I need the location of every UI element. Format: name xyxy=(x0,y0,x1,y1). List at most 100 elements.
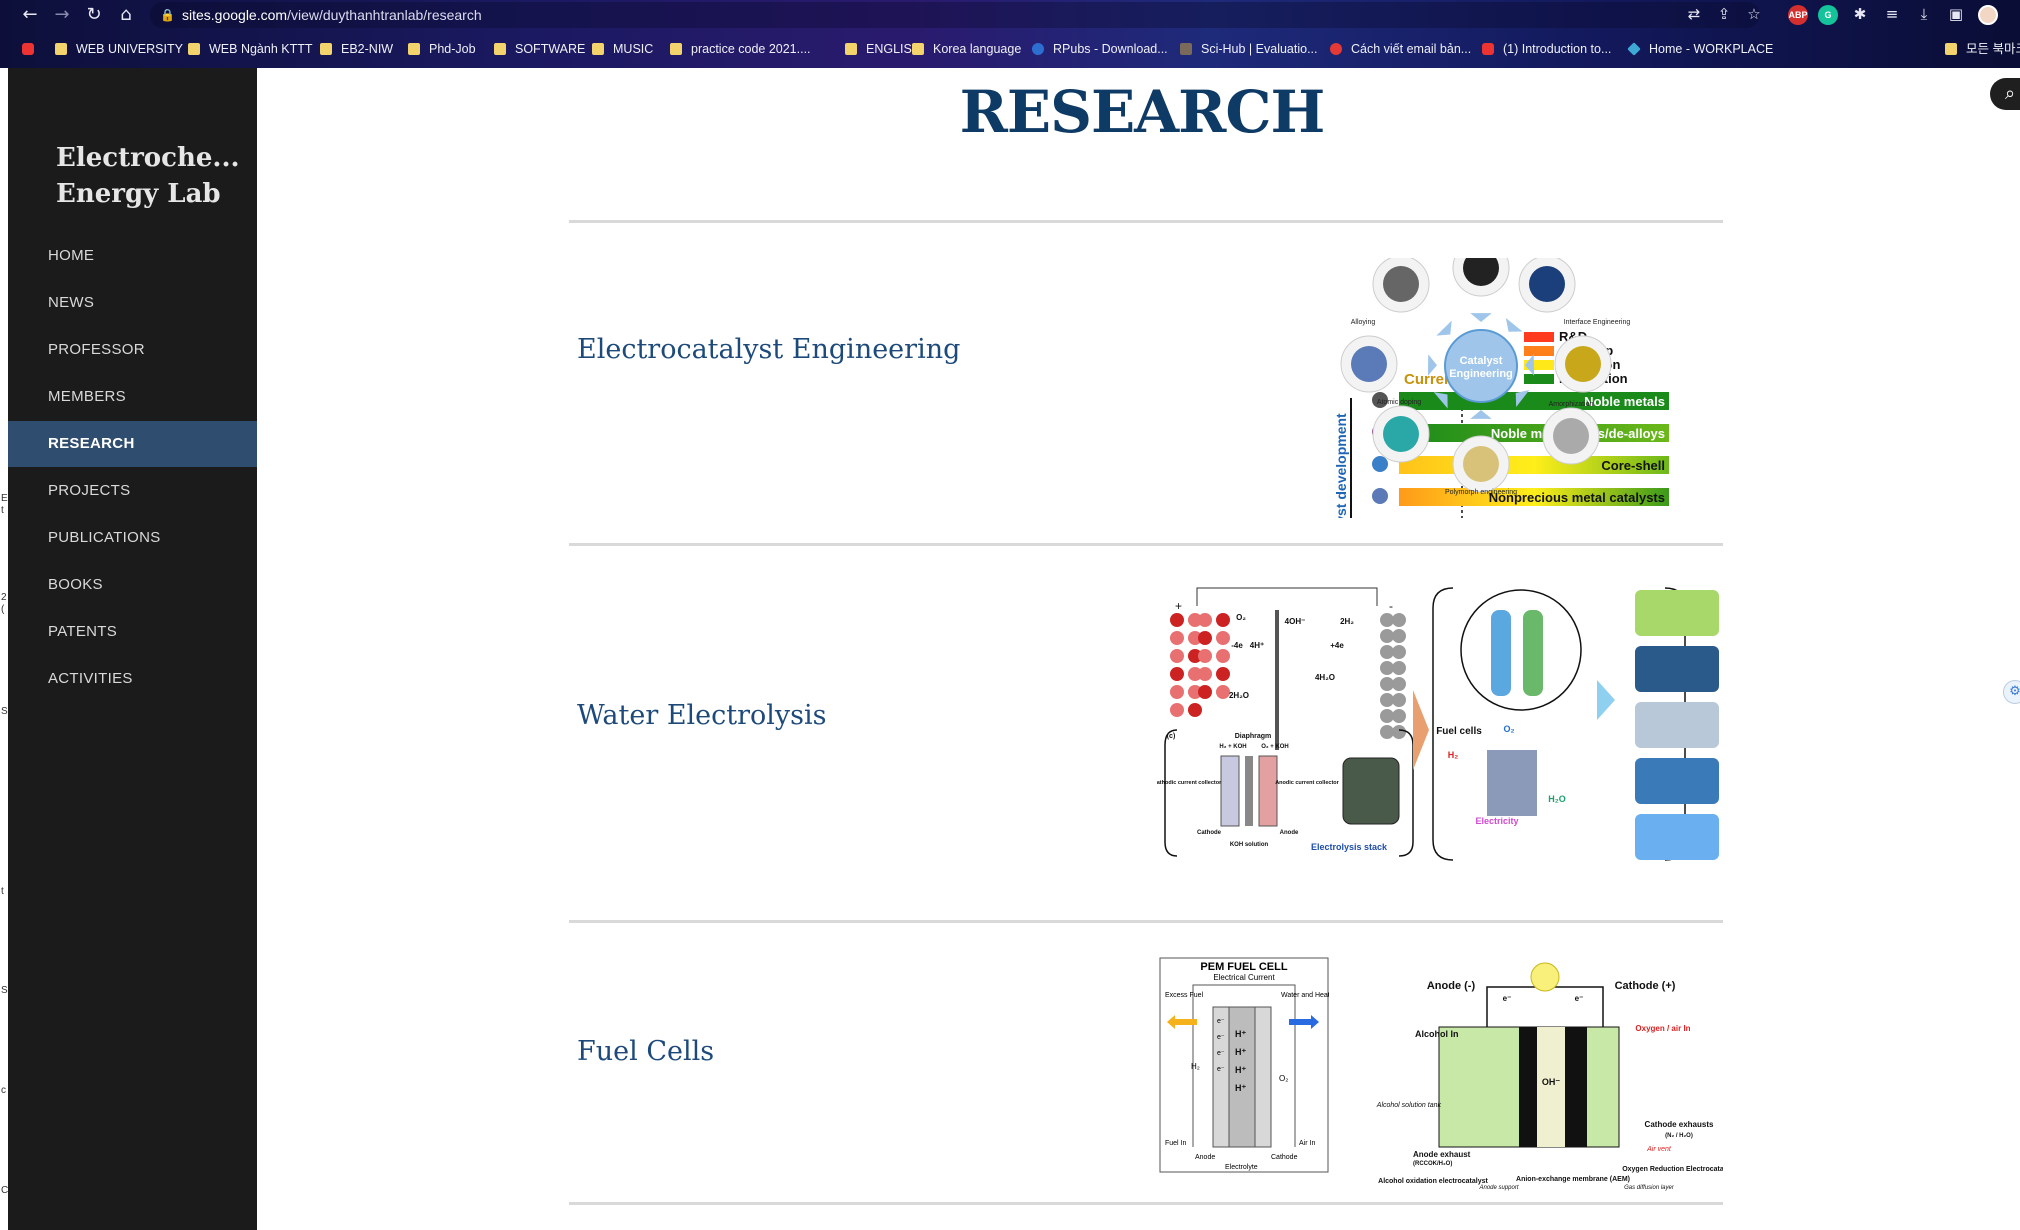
wheel-label: Interface Engineering xyxy=(1564,319,1631,326)
bookmark-item[interactable]: practice code 2021.... xyxy=(670,38,811,60)
sidebar-item-projects[interactable]: PROJECTS xyxy=(8,468,257,514)
pem-title: PEM FUEL CELL xyxy=(1200,961,1287,973)
figure-label: Electrolysis stack xyxy=(1311,842,1388,852)
pem-proton: H⁺ xyxy=(1235,1065,1246,1075)
star-icon[interactable]: ☆ xyxy=(1744,4,1764,24)
bookmark-item[interactable]: Korea language xyxy=(912,38,1021,60)
bookmark-item[interactable]: WEB UNIVERSITY xyxy=(55,38,183,60)
aem-label: Gas diffusion layer xyxy=(1624,1185,1675,1191)
electrode-sphere-icon xyxy=(1380,677,1394,691)
aem-label: e⁻ xyxy=(1503,994,1512,1003)
sidebar-item-research[interactable]: RESEARCH xyxy=(8,421,257,467)
side-panel-icon[interactable]: ▣ xyxy=(1946,4,1966,24)
bookmark-item[interactable]: (1) Introduction to... xyxy=(1482,38,1611,60)
plus-sign: + xyxy=(1175,599,1182,613)
bookmark-item[interactable]: EB2-NIW xyxy=(320,38,393,60)
bookmark-item[interactable]: MUSIC xyxy=(592,38,653,60)
bookmark-item[interactable] xyxy=(22,38,43,60)
divider xyxy=(569,220,1723,223)
bookmark-item[interactable]: Sci-Hub | Evaluatio... xyxy=(1180,38,1318,60)
sidebar-item-activities[interactable]: ACTIVITIES xyxy=(8,656,257,702)
aem-cathode-layer xyxy=(1565,1027,1587,1147)
search-icon[interactable]: ⌕ xyxy=(1990,78,2020,110)
bookmark-item[interactable]: 모든 북마크 xyxy=(1945,38,2020,60)
figure-label: H₂O xyxy=(1548,794,1566,804)
extensions-puzzle-icon[interactable]: ✱ xyxy=(1850,4,1870,24)
flow-arrow xyxy=(1597,680,1615,720)
pem-label: Electrolyte xyxy=(1225,1164,1258,1171)
figure-label: Diaphragm xyxy=(1235,733,1272,740)
electrode-sphere-icon xyxy=(1392,629,1406,643)
lock-icon: 🔒 xyxy=(160,8,175,22)
wheel-node-image xyxy=(1553,418,1589,454)
home-icon[interactable]: ⌂ xyxy=(114,3,138,27)
bookmark-item[interactable]: Phd-Job xyxy=(408,38,476,60)
electrode-sphere-icon xyxy=(1392,613,1406,627)
sidebar-item-publications[interactable]: PUBLICATIONS xyxy=(8,515,257,561)
aem-label: Oxygen Reduction Electrocatalyst xyxy=(1622,1166,1723,1173)
diaphragm-plate xyxy=(1245,756,1253,826)
molecule-icon xyxy=(1216,631,1230,645)
reading-list-icon[interactable]: ≡ xyxy=(1882,4,1902,24)
url-field[interactable]: 🔒 sites.google.com/view/duythanhtranlab/… xyxy=(150,2,1760,28)
electrode-sphere-icon xyxy=(1380,613,1394,627)
electrode-sphere-icon xyxy=(1392,677,1406,691)
molecule-icon xyxy=(1170,685,1184,699)
electrode-sphere-icon xyxy=(1392,661,1406,675)
folder-icon xyxy=(55,43,67,55)
site-title[interactable]: Electroche... Energy Lab xyxy=(56,140,256,212)
aem-label: e⁻ xyxy=(1575,994,1584,1003)
bookmark-item[interactable]: Home - WORKPLACE xyxy=(1627,38,1773,60)
sidebar-item-news[interactable]: NEWS xyxy=(8,280,257,326)
electrode-sphere-icon xyxy=(1380,725,1394,739)
adblock-icon[interactable]: ABP xyxy=(1788,5,1808,25)
sidebar-item-home[interactable]: HOME xyxy=(8,233,257,279)
browser-chrome: ← → ↻ ⌂ 🔒 sites.google.com/view/duythanh… xyxy=(0,0,2020,68)
aem-label: Alcohol solution tank xyxy=(1376,1102,1442,1109)
sidebar-item-books[interactable]: BOOKS xyxy=(8,562,257,608)
molecule-icon xyxy=(1170,631,1184,645)
folder-icon xyxy=(494,43,506,55)
figure-label: Fuel cells xyxy=(1436,726,1482,737)
section-title-fuel-cells: Fuel Cells xyxy=(577,1036,715,1067)
figure-label: KOH solution xyxy=(1230,842,1269,848)
bookmark-item[interactable]: RPubs - Download... xyxy=(1032,38,1168,60)
figure-label: Cathode xyxy=(1197,830,1222,836)
assistant-badge-icon[interactable]: ⚙ xyxy=(2003,680,2020,704)
molecule-icon xyxy=(1198,667,1212,681)
bookmark-item[interactable]: Cách viết email bản... xyxy=(1330,38,1471,60)
download-icon[interactable]: ⤓ xyxy=(1914,4,1934,24)
bookmark-item[interactable]: WEB Ngành KTTT xyxy=(188,38,313,60)
translate-icon[interactable]: ⇄ xyxy=(1684,4,1704,24)
page-title: RESEARCH xyxy=(959,78,1326,146)
wheel-node-image xyxy=(1383,416,1419,452)
pem-label: Air In xyxy=(1299,1140,1315,1147)
reload-icon[interactable]: ↻ xyxy=(82,3,106,27)
sidebar-item-members[interactable]: MEMBERS xyxy=(8,374,257,420)
aem-label: (RCCOK/H₂O) xyxy=(1413,1161,1452,1167)
forward-arrow-icon[interactable]: → xyxy=(50,3,74,27)
grammarly-icon[interactable]: G xyxy=(1818,5,1838,25)
vehicle-image xyxy=(1635,814,1719,860)
aem-label: Anode support xyxy=(1478,1185,1518,1191)
pem-fuel-cell-figure: PEM FUEL CELLElectrical Current Excess Fu… xyxy=(1159,957,1329,1173)
wheel-label: Alloying xyxy=(1351,319,1376,326)
water-electrolysis-figure: + - O₂ 4OH⁻ 2H₂ -4e 4H⁺ +4e 2H₂O 4H₂O (c) Diaphragm… xyxy=(1157,587,1719,861)
folder-icon xyxy=(845,43,857,55)
figure-label: O₂ xyxy=(1236,613,1246,622)
back-arrow-icon[interactable]: ← xyxy=(18,3,42,27)
figure-label: 2H₂ xyxy=(1340,617,1354,626)
bookmark-item[interactable]: ENGLISH xyxy=(845,38,921,60)
share-icon[interactable]: ⇪ xyxy=(1714,4,1734,24)
sidebar-item-professor[interactable]: PROFESSOR xyxy=(8,327,257,373)
pem-label: H₂ xyxy=(1191,1062,1200,1071)
profile-avatar[interactable] xyxy=(1978,5,1998,25)
bookmark-label: WEB UNIVERSITY xyxy=(76,42,183,56)
electrode-sphere-icon xyxy=(1392,725,1406,739)
bookmark-item[interactable]: SOFTWARE xyxy=(494,38,585,60)
bookmark-label: 모든 북마크 xyxy=(1966,42,2020,56)
lightbulb-icon xyxy=(1530,962,1560,992)
folder-icon xyxy=(1945,43,1957,55)
molecule-icon xyxy=(1216,613,1230,627)
sidebar-item-patents[interactable]: PATENTS xyxy=(8,609,257,655)
